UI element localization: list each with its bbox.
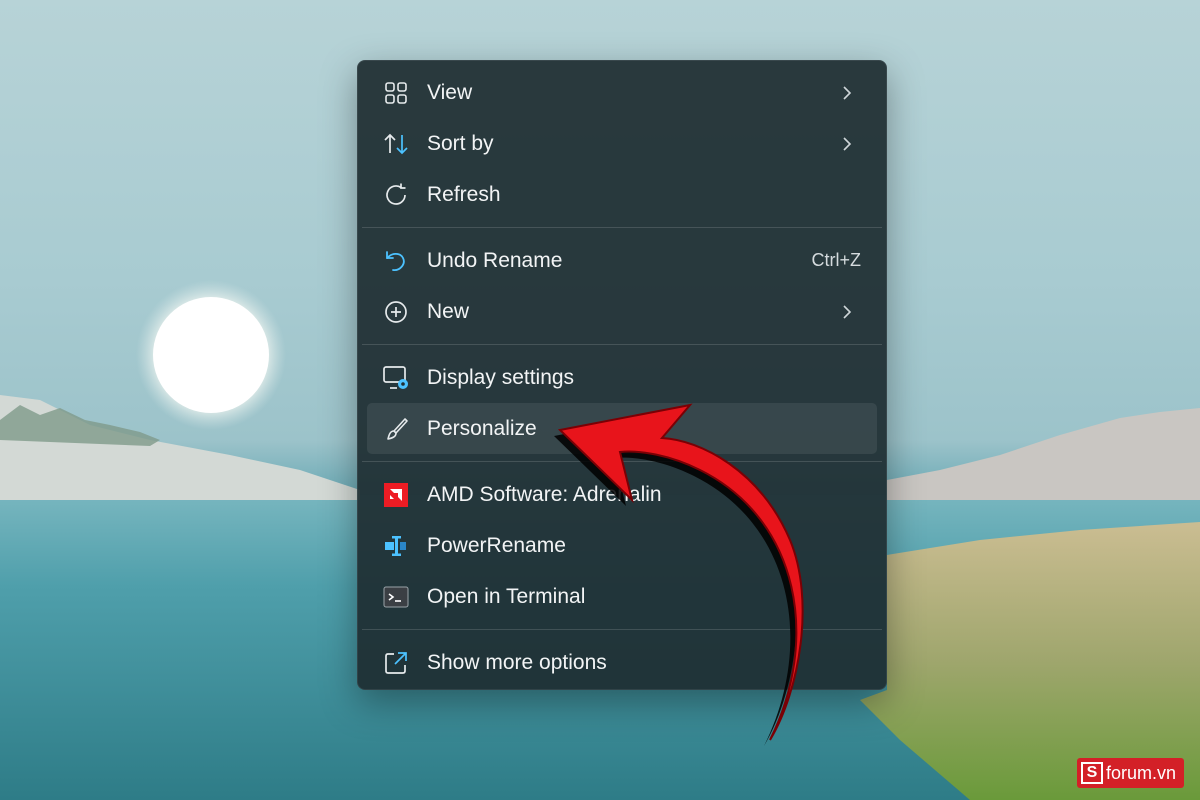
- menu-item-open-in-terminal[interactable]: Open in Terminal: [367, 571, 877, 622]
- menu-item-undo-rename[interactable]: Undo Rename Ctrl+Z: [367, 235, 877, 286]
- menu-item-label: Display settings: [427, 365, 575, 389]
- menu-item-label: AMD Software: Adrenalin: [427, 482, 662, 506]
- right-mountains: [887, 408, 1200, 500]
- menu-item-label: New: [427, 299, 470, 323]
- sforum-watermark: S forum.vn: [1076, 758, 1184, 788]
- menu-item-show-more-options[interactable]: Show more options: [367, 637, 877, 688]
- watermark-badge: S: [1080, 762, 1103, 784]
- menu-item-refresh[interactable]: Refresh: [367, 169, 877, 220]
- menu-item-view[interactable]: View: [367, 67, 877, 118]
- left-trees: [0, 405, 160, 446]
- refresh-icon: [382, 181, 410, 209]
- menu-item-label: Show more options: [427, 650, 607, 674]
- desktop-context-menu: View Sort by Refresh Undo Rename Ctrl+Z New Di…: [357, 60, 887, 690]
- menu-item-label: Open in Terminal: [427, 584, 586, 608]
- watermark-text: forum.vn: [1105, 762, 1176, 783]
- menu-item-amd-software-adrenalin[interactable]: AMD Software: Adrenalin: [367, 469, 877, 520]
- menu-separator: [362, 227, 882, 228]
- menu-item-sort-by[interactable]: Sort by: [367, 118, 877, 169]
- chevron-right-icon: [839, 136, 855, 152]
- expand-window-icon: [382, 649, 410, 677]
- menu-item-label: Undo Rename: [427, 248, 563, 272]
- terminal-icon: [382, 583, 410, 611]
- power-rename-icon: [382, 532, 410, 560]
- menu-item-new[interactable]: New: [367, 286, 877, 337]
- paintbrush-icon: [382, 415, 410, 443]
- menu-item-shortcut: Ctrl+Z: [811, 250, 862, 270]
- menu-item-label: Refresh: [427, 182, 501, 206]
- chevron-right-icon: [839, 85, 855, 101]
- menu-item-label: Personalize: [427, 416, 537, 440]
- menu-item-personalize[interactable]: Personalize: [367, 403, 877, 454]
- menu-separator: [362, 629, 882, 630]
- menu-item-label: View: [427, 80, 473, 104]
- chevron-right-icon: [839, 304, 855, 320]
- undo-icon: [382, 247, 410, 275]
- menu-separator: [362, 344, 882, 345]
- grid-view-icon: [382, 79, 410, 107]
- plus-circle-icon: [382, 298, 410, 326]
- sort-arrows-icon: [382, 130, 410, 158]
- menu-item-powerrename[interactable]: PowerRename: [367, 520, 877, 571]
- menu-item-label: PowerRename: [427, 533, 566, 557]
- amd-logo-icon: [382, 481, 410, 509]
- menu-item-label: Sort by: [427, 131, 494, 155]
- menu-separator: [362, 461, 882, 462]
- display-settings-icon: [382, 364, 410, 392]
- sun-core: [153, 297, 269, 413]
- menu-item-display-settings[interactable]: Display settings: [367, 352, 877, 403]
